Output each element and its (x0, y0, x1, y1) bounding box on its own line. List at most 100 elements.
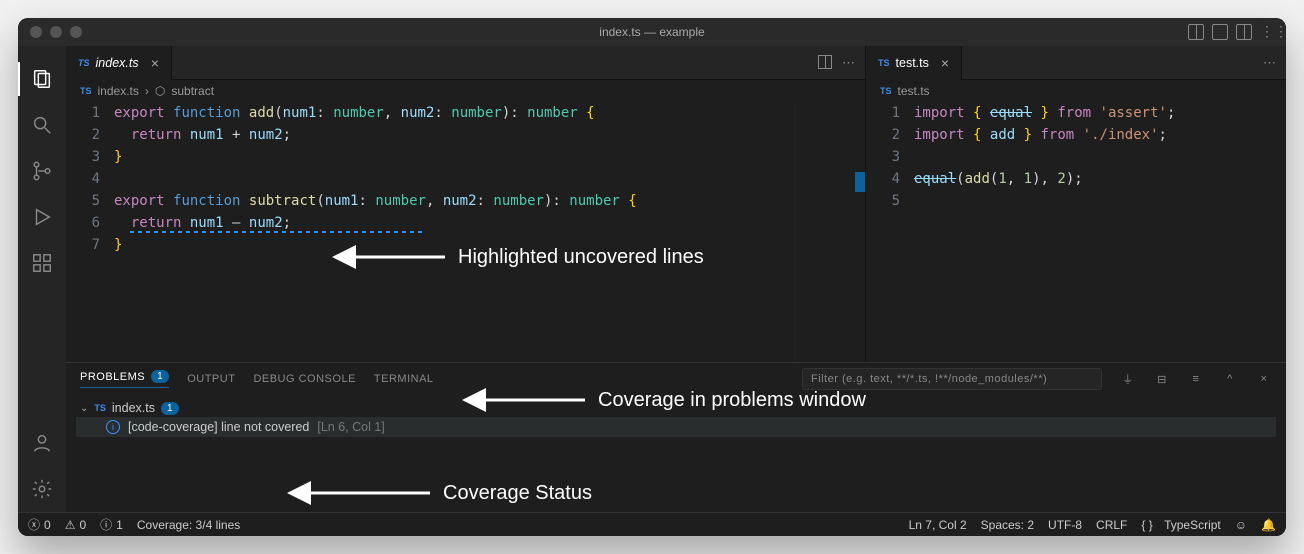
tab-output[interactable]: OUTPUT (187, 373, 235, 385)
line-number: 3 (866, 146, 914, 168)
tab-test-ts[interactable]: TS test.ts × (866, 46, 962, 80)
status-eol[interactable]: CRLF (1096, 518, 1127, 532)
status-encoding[interactable]: UTF-8 (1048, 518, 1082, 532)
title-bar: index.ts — example ⋮⋮ (18, 18, 1286, 46)
status-cursor-position[interactable]: Ln 7, Col 2 (909, 518, 967, 532)
code-line[interactable]: 1export function add(num1: number, num2:… (66, 102, 865, 124)
filter-icon[interactable]: ⏚ (1120, 371, 1136, 387)
close-tab-icon[interactable]: × (151, 55, 159, 71)
code-content: return num1 + num2; (114, 124, 865, 146)
info-icon: ⓘ (100, 516, 112, 533)
info-icon: i (106, 420, 120, 434)
code-line[interactable]: 3} (66, 146, 865, 168)
code-content: return num1 – num2; (114, 212, 865, 234)
status-language[interactable]: { } TypeScript (1141, 518, 1220, 532)
tab-index-ts[interactable]: TS index.ts × (66, 46, 172, 80)
code-content: export function subtract(num1: number, n… (114, 190, 865, 212)
run-icon[interactable] (29, 204, 55, 230)
code-content: export function add(num1: number, num2: … (114, 102, 865, 124)
code-line[interactable]: 1import { equal } from 'assert'; (866, 102, 1286, 124)
tab-debug-console[interactable]: DEBUG CONSOLE (253, 373, 355, 385)
warning-icon: ⚠ (65, 518, 76, 532)
toggle-primary-sidebar-icon[interactable] (1188, 24, 1204, 40)
extensions-icon[interactable] (29, 250, 55, 276)
view-as-list-icon[interactable]: ≡ (1188, 373, 1204, 385)
status-info[interactable]: ⓘ1 (100, 516, 123, 533)
split-editor-icon[interactable] (818, 55, 832, 69)
status-coverage[interactable]: Coverage: 3/4 lines (137, 518, 240, 532)
notifications-icon[interactable]: 🔔 (1261, 518, 1276, 532)
breadcrumb-right[interactable]: TS test.ts (866, 80, 1286, 102)
code-content (914, 146, 1286, 168)
code-content (914, 190, 1286, 212)
typescript-file-icon: TS (78, 58, 90, 68)
code-line[interactable]: 6 return num1 – num2; (66, 212, 865, 234)
account-icon[interactable] (29, 430, 55, 456)
code-content: import { equal } from 'assert'; (914, 102, 1286, 124)
code-line[interactable]: 2import { add } from './index'; (866, 124, 1286, 146)
status-warnings[interactable]: ⚠0 (65, 518, 86, 532)
problems-list: ⌄ TS index.ts 1 i [code-coverage] line n… (66, 395, 1286, 512)
code-editor-right[interactable]: 1import { equal } from 'assert';2import … (866, 102, 1286, 362)
code-content (114, 168, 865, 190)
problems-filter-input[interactable]: Filter (e.g. text, **/*.ts, !**/node_mod… (802, 368, 1102, 390)
close-tab-icon[interactable]: × (941, 55, 949, 71)
editor-more-icon[interactable]: ⋯ (1263, 55, 1276, 71)
search-icon[interactable] (29, 112, 55, 138)
line-number: 1 (66, 102, 114, 124)
line-number: 7 (66, 234, 114, 256)
files-icon[interactable] (29, 66, 55, 92)
code-editor-left[interactable]: 1export function add(num1: number, num2:… (66, 102, 865, 362)
line-number: 2 (66, 124, 114, 146)
typescript-file-icon: TS (878, 58, 890, 68)
editor-more-icon[interactable]: ⋯ (842, 55, 855, 71)
tab-terminal[interactable]: TERMINAL (374, 373, 434, 385)
code-content: equal(add(1, 1), 2); (914, 168, 1286, 190)
line-number: 5 (66, 190, 114, 212)
tab-label: index.ts (96, 56, 139, 70)
editor-area: TS index.ts × ⋯ TS index.ts › ⬡ (66, 46, 1286, 512)
symbol-icon: ⬡ (155, 84, 165, 98)
layout-controls: ⋮⋮ (1188, 24, 1276, 40)
problem-location: [Ln 6, Col 1] (317, 420, 384, 434)
code-line[interactable]: 5export function subtract(num1: number, … (66, 190, 865, 212)
line-number: 6 (66, 212, 114, 234)
activity-bar (18, 46, 66, 512)
problem-item[interactable]: i [code-coverage] line not covered [Ln 6… (76, 417, 1276, 437)
tab-label: test.ts (896, 56, 929, 70)
typescript-file-icon: TS (94, 403, 106, 413)
code-line[interactable]: 2 return num1 + num2; (66, 124, 865, 146)
toggle-panel-icon[interactable] (1212, 24, 1228, 40)
feedback-icon[interactable]: ☺ (1235, 518, 1247, 532)
close-panel-icon[interactable]: × (1256, 373, 1272, 385)
problem-message: [code-coverage] line not covered (128, 420, 309, 434)
code-line[interactable]: 7} (66, 234, 865, 256)
code-line[interactable]: 3 (866, 146, 1286, 168)
code-line[interactable]: 4equal(add(1, 1), 2); (866, 168, 1286, 190)
code-line[interactable]: 4 (66, 168, 865, 190)
settings-gear-icon[interactable] (29, 476, 55, 502)
workbench-body: TS index.ts × ⋯ TS index.ts › ⬡ (18, 46, 1286, 512)
problems-file-row[interactable]: ⌄ TS index.ts 1 (76, 399, 1276, 417)
error-icon: ⓧ (28, 516, 40, 533)
status-errors[interactable]: ⓧ0 (28, 516, 51, 533)
customize-layout-icon[interactable]: ⋮⋮ (1260, 24, 1276, 40)
editor-group-right: TS test.ts × ⋯ TS test.ts 1import { equa… (866, 46, 1286, 362)
bottom-panel: PROBLEMS 1 OUTPUT DEBUG CONSOLE TERMINAL… (66, 362, 1286, 512)
line-number: 3 (66, 146, 114, 168)
line-number: 4 (866, 168, 914, 190)
problems-count-badge: 1 (151, 370, 169, 383)
source-control-icon[interactable] (29, 158, 55, 184)
status-bar: ⓧ0 ⚠0 ⓘ1 Coverage: 3/4 lines Ln 7, Col 2… (18, 512, 1286, 536)
status-indentation[interactable]: Spaces: 2 (981, 518, 1034, 532)
toggle-secondary-sidebar-icon[interactable] (1236, 24, 1252, 40)
code-line[interactable]: 5 (866, 190, 1286, 212)
breadcrumb-left[interactable]: TS index.ts › ⬡ subtract (66, 80, 865, 102)
panel-tab-bar: PROBLEMS 1 OUTPUT DEBUG CONSOLE TERMINAL… (66, 363, 1286, 395)
editor-group-left: TS index.ts × ⋯ TS index.ts › ⬡ (66, 46, 866, 362)
line-number: 1 (866, 102, 914, 124)
tab-problems[interactable]: PROBLEMS 1 (80, 370, 169, 388)
breadcrumb-file: index.ts (98, 84, 139, 98)
collapse-all-icon[interactable]: ⊟ (1154, 373, 1170, 386)
maximize-panel-icon[interactable]: ^ (1222, 373, 1238, 385)
